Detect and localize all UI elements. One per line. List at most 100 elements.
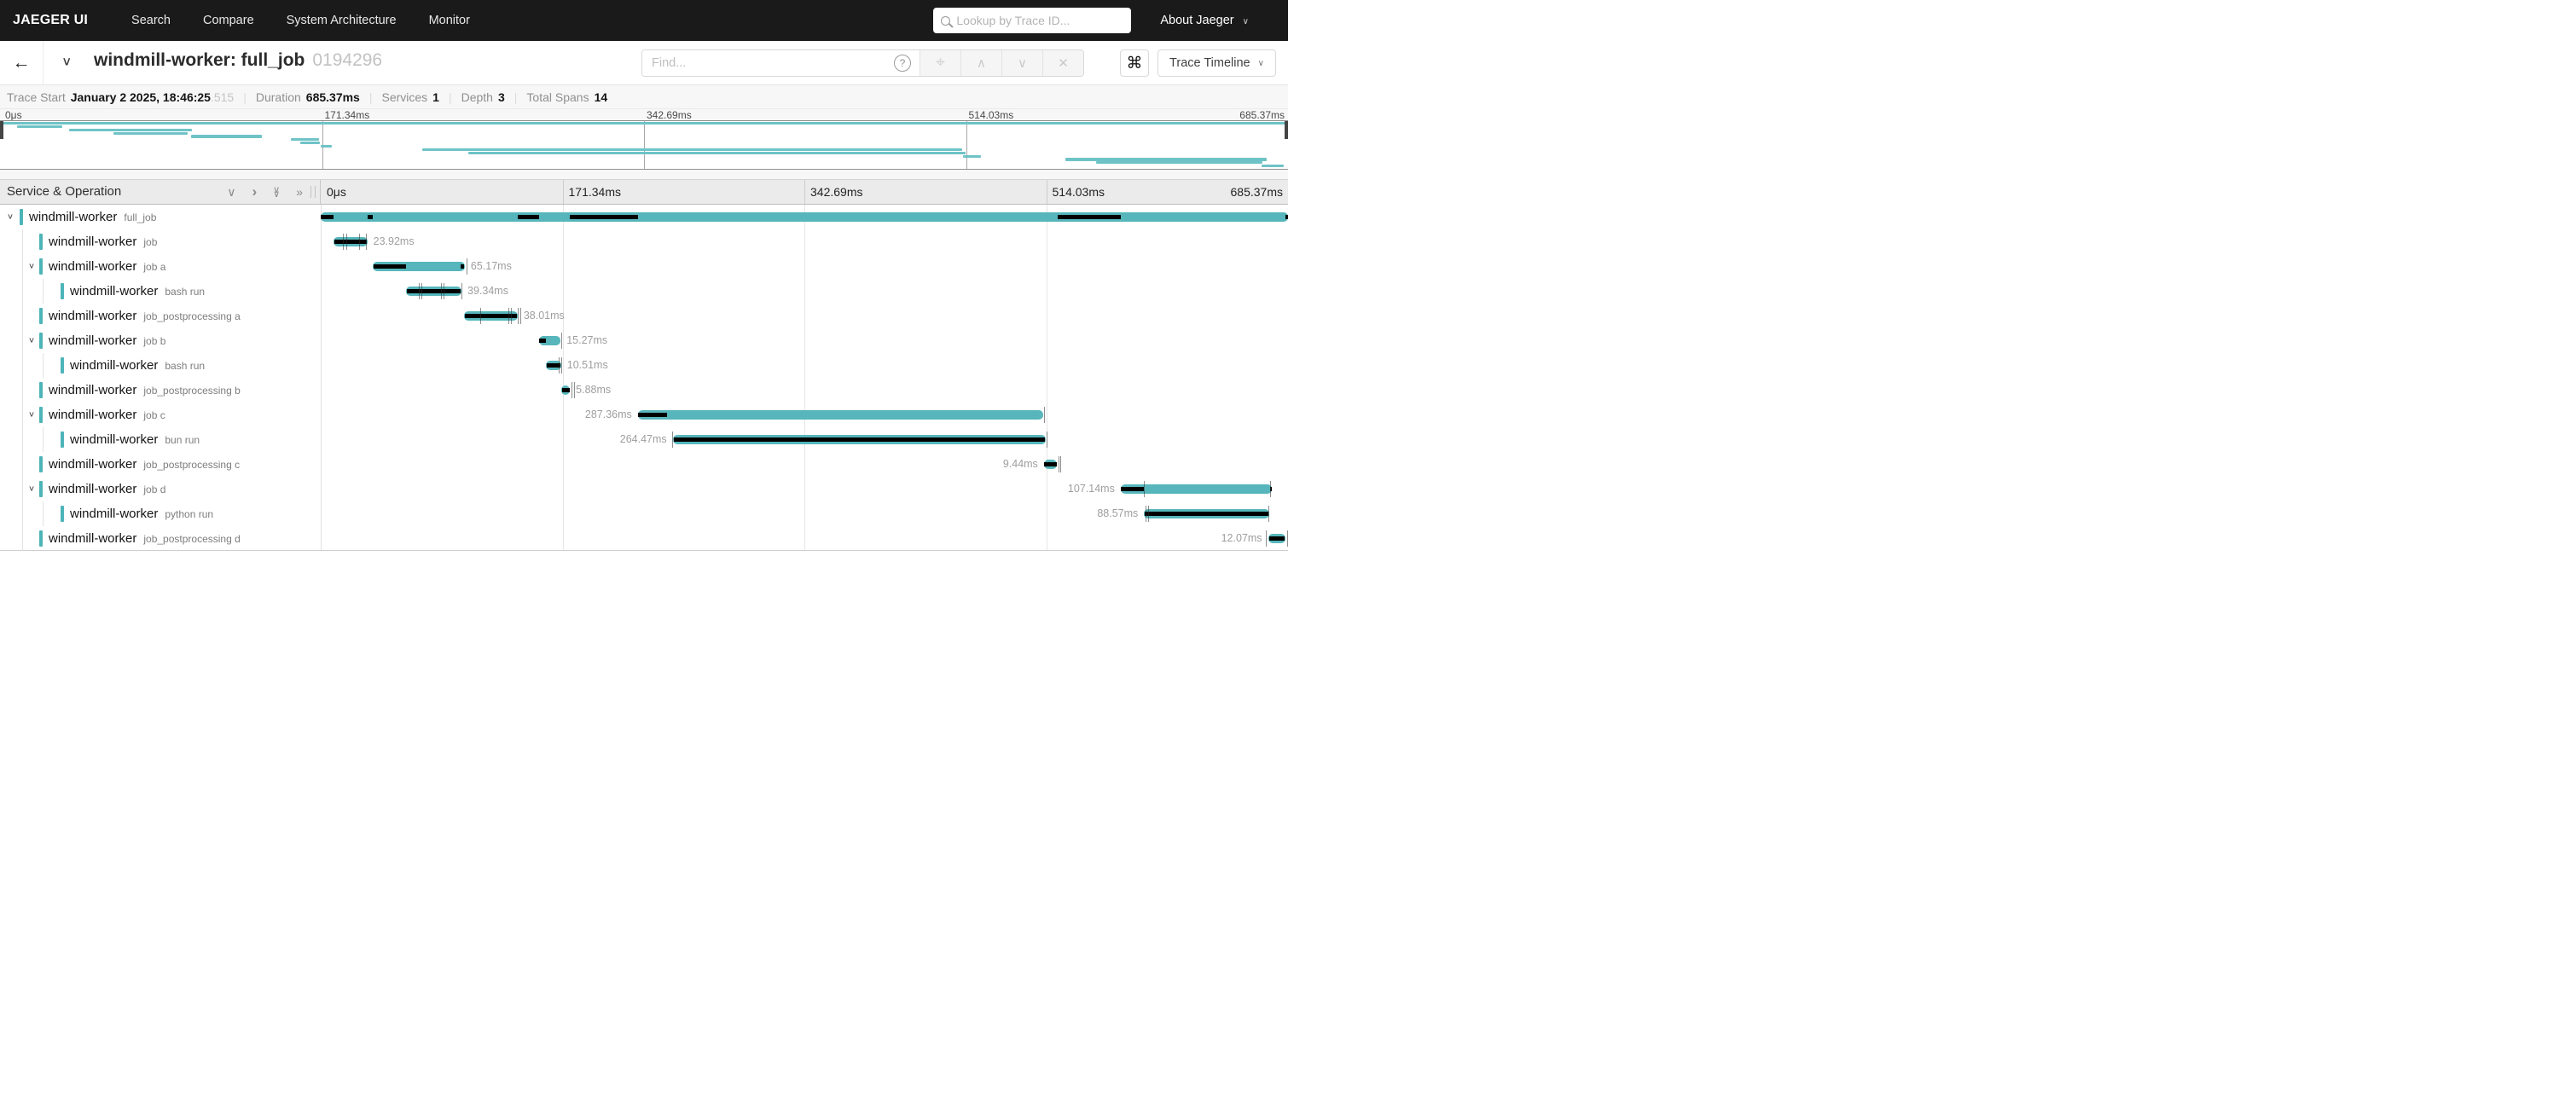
span-duration-label: 10.51ms bbox=[567, 353, 608, 378]
span-bar-full_job[interactable] bbox=[321, 212, 1288, 222]
minimap-axis-tick: 685.37ms bbox=[1239, 109, 1285, 121]
service-name: windmill-workerjob d bbox=[49, 477, 165, 502]
row-collapse-chevron-icon[interactable]: ∨ bbox=[7, 207, 14, 227]
nav-item-compare[interactable]: Compare bbox=[187, 14, 270, 27]
service-operation-label: Service & Operation bbox=[7, 180, 121, 204]
span-rows: ∨windmill-workerfull_jobwindmill-workerj… bbox=[0, 205, 1288, 551]
span-bar-job_postprocessing-c[interactable] bbox=[1044, 460, 1058, 469]
tree-cell-job_postprocessing-d[interactable]: windmill-workerjob_postprocessing d bbox=[0, 526, 321, 551]
tree-cell-job[interactable]: windmill-workerjob bbox=[0, 229, 321, 254]
span-row: windmill-workerjob23.92ms bbox=[0, 229, 1288, 254]
span-duration-label: 39.34ms bbox=[467, 279, 508, 304]
row-collapse-chevron-icon[interactable]: ∨ bbox=[28, 405, 35, 425]
focus-span-button[interactable]: ⌖ bbox=[920, 50, 960, 76]
trace-header: ← ∨ windmill-worker: full_job0194296 ? ⌖… bbox=[0, 41, 1288, 85]
nav-item-system-architecture[interactable]: System Architecture bbox=[270, 14, 413, 27]
tree-cell-bun-run[interactable]: windmill-workerbun run bbox=[0, 427, 321, 452]
span-bar-job-c[interactable] bbox=[638, 410, 1043, 420]
indent-guide bbox=[22, 403, 23, 427]
operation-name: job_postprocessing a bbox=[143, 310, 240, 322]
span-bar-job-a[interactable] bbox=[373, 262, 465, 271]
span-duration-label: 12.07ms bbox=[1221, 526, 1262, 551]
span-bar-job[interactable] bbox=[334, 237, 368, 246]
collapse-one-icon[interactable]: ∨ bbox=[227, 186, 235, 198]
service-color-marker bbox=[39, 481, 43, 497]
minimap-left-handle[interactable] bbox=[0, 121, 3, 139]
back-button[interactable]: ← bbox=[0, 41, 44, 84]
next-result-button[interactable]: ∨ bbox=[1001, 50, 1042, 76]
span-duration-label: 65.17ms bbox=[471, 254, 512, 279]
stat-label: Trace Start bbox=[7, 90, 66, 104]
tree-cell-job_postprocessing-a[interactable]: windmill-workerjob_postprocessing a bbox=[0, 304, 321, 328]
span-event-tick bbox=[1148, 506, 1149, 522]
operation-name: job d bbox=[143, 484, 165, 495]
minimap-right-handle[interactable] bbox=[1285, 121, 1288, 139]
nav-item-search[interactable]: Search bbox=[115, 14, 187, 27]
critical-path-segment bbox=[461, 264, 464, 269]
service-color-marker bbox=[39, 234, 43, 250]
tree-cell-python-run[interactable]: windmill-workerpython run bbox=[0, 501, 321, 526]
tree-cell-job_postprocessing-c[interactable]: windmill-workerjob_postprocessing c bbox=[0, 452, 321, 477]
tree-cell-job-b[interactable]: ∨windmill-workerjob b bbox=[0, 328, 321, 353]
find-help[interactable]: ? bbox=[885, 50, 920, 76]
span-bar-job_postprocessing-b[interactable] bbox=[561, 385, 570, 395]
column-resizer-handle[interactable] bbox=[310, 186, 316, 198]
operation-name: job bbox=[143, 236, 157, 248]
tree-cell-bash-run[interactable]: windmill-workerbash run bbox=[0, 279, 321, 304]
tree-cell-bash-run[interactable]: windmill-workerbash run bbox=[0, 353, 321, 378]
tree-cell-full_job[interactable]: ∨windmill-workerfull_job bbox=[0, 205, 321, 229]
span-row: windmill-workerpython run88.57ms bbox=[0, 501, 1288, 526]
trace-id-search-input[interactable] bbox=[956, 14, 1123, 27]
tree-cell-job-d[interactable]: ∨ windmill-workerjob d bbox=[0, 477, 321, 501]
row-collapse-chevron-icon[interactable]: ∨ bbox=[28, 331, 35, 350]
row-collapse-chevron-icon[interactable]: ∨ bbox=[28, 257, 35, 276]
indent-guide bbox=[43, 427, 44, 452]
prev-result-button[interactable]: ∧ bbox=[960, 50, 1001, 76]
service-name: windmill-workerjob bbox=[49, 229, 157, 255]
collapse-all-icon[interactable]: ∨∨ bbox=[273, 187, 280, 198]
critical-path-segment bbox=[1044, 462, 1057, 466]
span-row: windmill-workerjob_postprocessing b5.88m… bbox=[0, 378, 1288, 403]
service-color-marker bbox=[61, 431, 64, 448]
stat-value: 685.37ms bbox=[306, 90, 360, 104]
keyboard-shortcuts-button[interactable]: ⌘ bbox=[1120, 49, 1149, 77]
span-bar-job-b[interactable] bbox=[539, 336, 560, 345]
collapse-trace-chevron-icon[interactable]: ∨ bbox=[61, 55, 72, 69]
trace-id-search-box[interactable] bbox=[933, 8, 1131, 33]
span-bar-bun-run[interactable] bbox=[673, 435, 1047, 444]
tree-cell-job-a[interactable]: ∨windmill-workerjob a bbox=[0, 254, 321, 279]
trace-id: 0194296 bbox=[312, 50, 382, 70]
jaeger-logo[interactable]: JAEGER UI bbox=[13, 13, 88, 28]
span-event-tick bbox=[1060, 456, 1061, 472]
critical-path-segment bbox=[518, 215, 539, 219]
stat-label: Total Spans bbox=[526, 90, 589, 104]
span-event-tick bbox=[508, 308, 509, 324]
service-name: windmill-workerbash run bbox=[70, 353, 205, 379]
span-bar-bash-run[interactable] bbox=[406, 287, 461, 296]
operation-name: job_postprocessing c bbox=[143, 459, 240, 471]
row-collapse-chevron-icon[interactable]: ∨ bbox=[28, 479, 35, 499]
span-bar-cell: 107.14ms bbox=[321, 477, 1288, 501]
span-bar-cell: 38.01ms bbox=[321, 304, 1288, 328]
timeline-minimap[interactable] bbox=[0, 120, 1288, 170]
find-input[interactable] bbox=[642, 50, 885, 76]
indent-guide bbox=[22, 526, 23, 551]
minimap-span-bar bbox=[422, 148, 962, 151]
expand-all-icon[interactable]: » bbox=[296, 186, 303, 198]
service-color-marker bbox=[39, 382, 43, 398]
span-bar-job_postprocessing-d[interactable] bbox=[1268, 534, 1285, 543]
span-bar-job_postprocessing-a[interactable] bbox=[464, 311, 518, 321]
critical-path-segment bbox=[674, 437, 1046, 442]
clear-find-button[interactable]: ✕ bbox=[1042, 50, 1083, 76]
expand-one-icon[interactable]: › bbox=[252, 186, 257, 198]
trace-view-dropdown[interactable]: Trace Timeline ∨ bbox=[1157, 49, 1276, 77]
nav-item-monitor[interactable]: Monitor bbox=[413, 14, 486, 27]
span-bar-python-run[interactable] bbox=[1144, 509, 1269, 518]
axis-gridline bbox=[563, 180, 564, 204]
timeline-axis-tick: 514.03ms bbox=[1053, 180, 1105, 204]
span-bar-cell: 15.27ms bbox=[321, 328, 1288, 353]
minimap-axis-tick: 342.69ms bbox=[647, 109, 692, 121]
about-jaeger-menu[interactable]: About Jaeger ∨ bbox=[1160, 14, 1249, 27]
tree-cell-job-c[interactable]: ∨windmill-workerjob c bbox=[0, 403, 321, 427]
tree-cell-job_postprocessing-b[interactable]: windmill-workerjob_postprocessing b bbox=[0, 378, 321, 403]
